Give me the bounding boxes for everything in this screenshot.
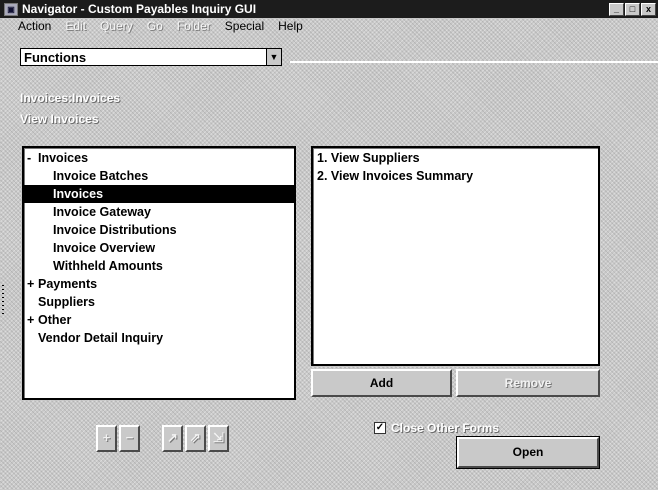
expand-all-button[interactable]: ⇗ [185,425,206,452]
functions-select[interactable]: Functions ▼ [20,48,282,66]
add-button[interactable]: Add [311,369,452,397]
tree-item-invoice-distributions[interactable]: Invoice Distributions [24,221,294,239]
menu-query[interactable]: Query [93,18,140,34]
close-other-forms-checkbox[interactable]: ✓ Close Other Forms [374,421,499,435]
expand-icon[interactable]: + [27,311,37,329]
page-subtitle: View Invoices [20,112,99,126]
menu-help[interactable]: Help [271,18,310,34]
tree-item-vendor-detail-inquiry[interactable]: Vendor Detail Inquiry [24,329,294,347]
menu-go[interactable]: Go [140,18,170,34]
expand-branch-button[interactable]: ↗ [162,425,183,452]
tree-item-label: Invoices [38,151,89,165]
window-controls: _ □ x [609,3,656,16]
expand-button[interactable]: + [96,425,117,452]
tree-item-suppliers[interactable]: Suppliers [24,293,294,311]
collapse-icon[interactable]: - [27,149,37,167]
menu-edit[interactable]: Edit [58,18,93,34]
tree-item-label: Vendor Detail Inquiry [38,331,164,345]
window-title-bar[interactable]: ▣ Navigator - Custom Payables Inquiry GU… [0,0,658,18]
tree-item-label: Withheld Amounts [53,259,163,273]
expand-icon[interactable]: + [27,275,37,293]
separator-line [290,61,658,63]
tree-item-label: Invoice Batches [53,169,149,183]
collapse-button[interactable]: − [119,425,140,452]
tree-item-label: Other [38,313,72,327]
functions-select-value: Functions [24,50,87,65]
tree-item-invoice-batches[interactable]: Invoice Batches [24,167,294,185]
checkbox-check-icon[interactable]: ✓ [374,422,386,434]
navigator-path: Invoices:Invoices [20,91,121,105]
close-icon[interactable]: x [641,3,656,16]
remove-button[interactable]: Remove [456,369,600,397]
tree-item-other[interactable]: + Other [24,311,294,329]
tree-item-invoice-overview[interactable]: Invoice Overview [24,239,294,257]
chevron-down-icon[interactable]: ▼ [266,48,282,66]
resize-grip[interactable] [2,285,4,315]
app-icon[interactable]: ▣ [4,3,18,16]
tree-item-invoices[interactable]: Invoices [24,185,294,203]
open-button[interactable]: Open [456,436,600,469]
maximize-icon[interactable]: □ [625,3,640,16]
menu-folder[interactable]: Folder [170,18,218,34]
menu-special[interactable]: Special [218,18,271,34]
tree-item-label: Payments [38,277,98,291]
collapse-all-button[interactable]: ⇲ [208,425,229,452]
navigator-tree[interactable]: - Invoices Invoice Batches Invoices Invo… [22,146,296,400]
window-title: Navigator - Custom Payables Inquiry GUI [22,2,257,16]
tree-item-withheld-amounts[interactable]: Withheld Amounts [24,257,294,275]
list-item-view-suppliers[interactable]: 1. View Suppliers [317,149,420,167]
tree-item-label: Invoice Overview [53,241,156,255]
menu-action[interactable]: Action [0,18,58,34]
top-ten-list[interactable]: 1. View Suppliers 2. View Invoices Summa… [311,146,600,366]
tree-item-label: Invoices [53,187,104,201]
menu-bar: Action Edit Query Go Folder Special Help [0,18,658,34]
tree-item-invoices-group[interactable]: - Invoices [24,149,294,167]
tree-item-label: Invoice Distributions [53,223,177,237]
tree-item-invoice-gateway[interactable]: Invoice Gateway [24,203,294,221]
tree-item-label: Suppliers [38,295,95,309]
minimize-icon[interactable]: _ [609,3,624,16]
tree-item-label: Invoice Gateway [53,205,151,219]
tree-item-payments[interactable]: + Payments [24,275,294,293]
close-other-forms-label: Close Other Forms [391,421,500,435]
list-item-view-invoices-summary[interactable]: 2. View Invoices Summary [317,167,473,185]
